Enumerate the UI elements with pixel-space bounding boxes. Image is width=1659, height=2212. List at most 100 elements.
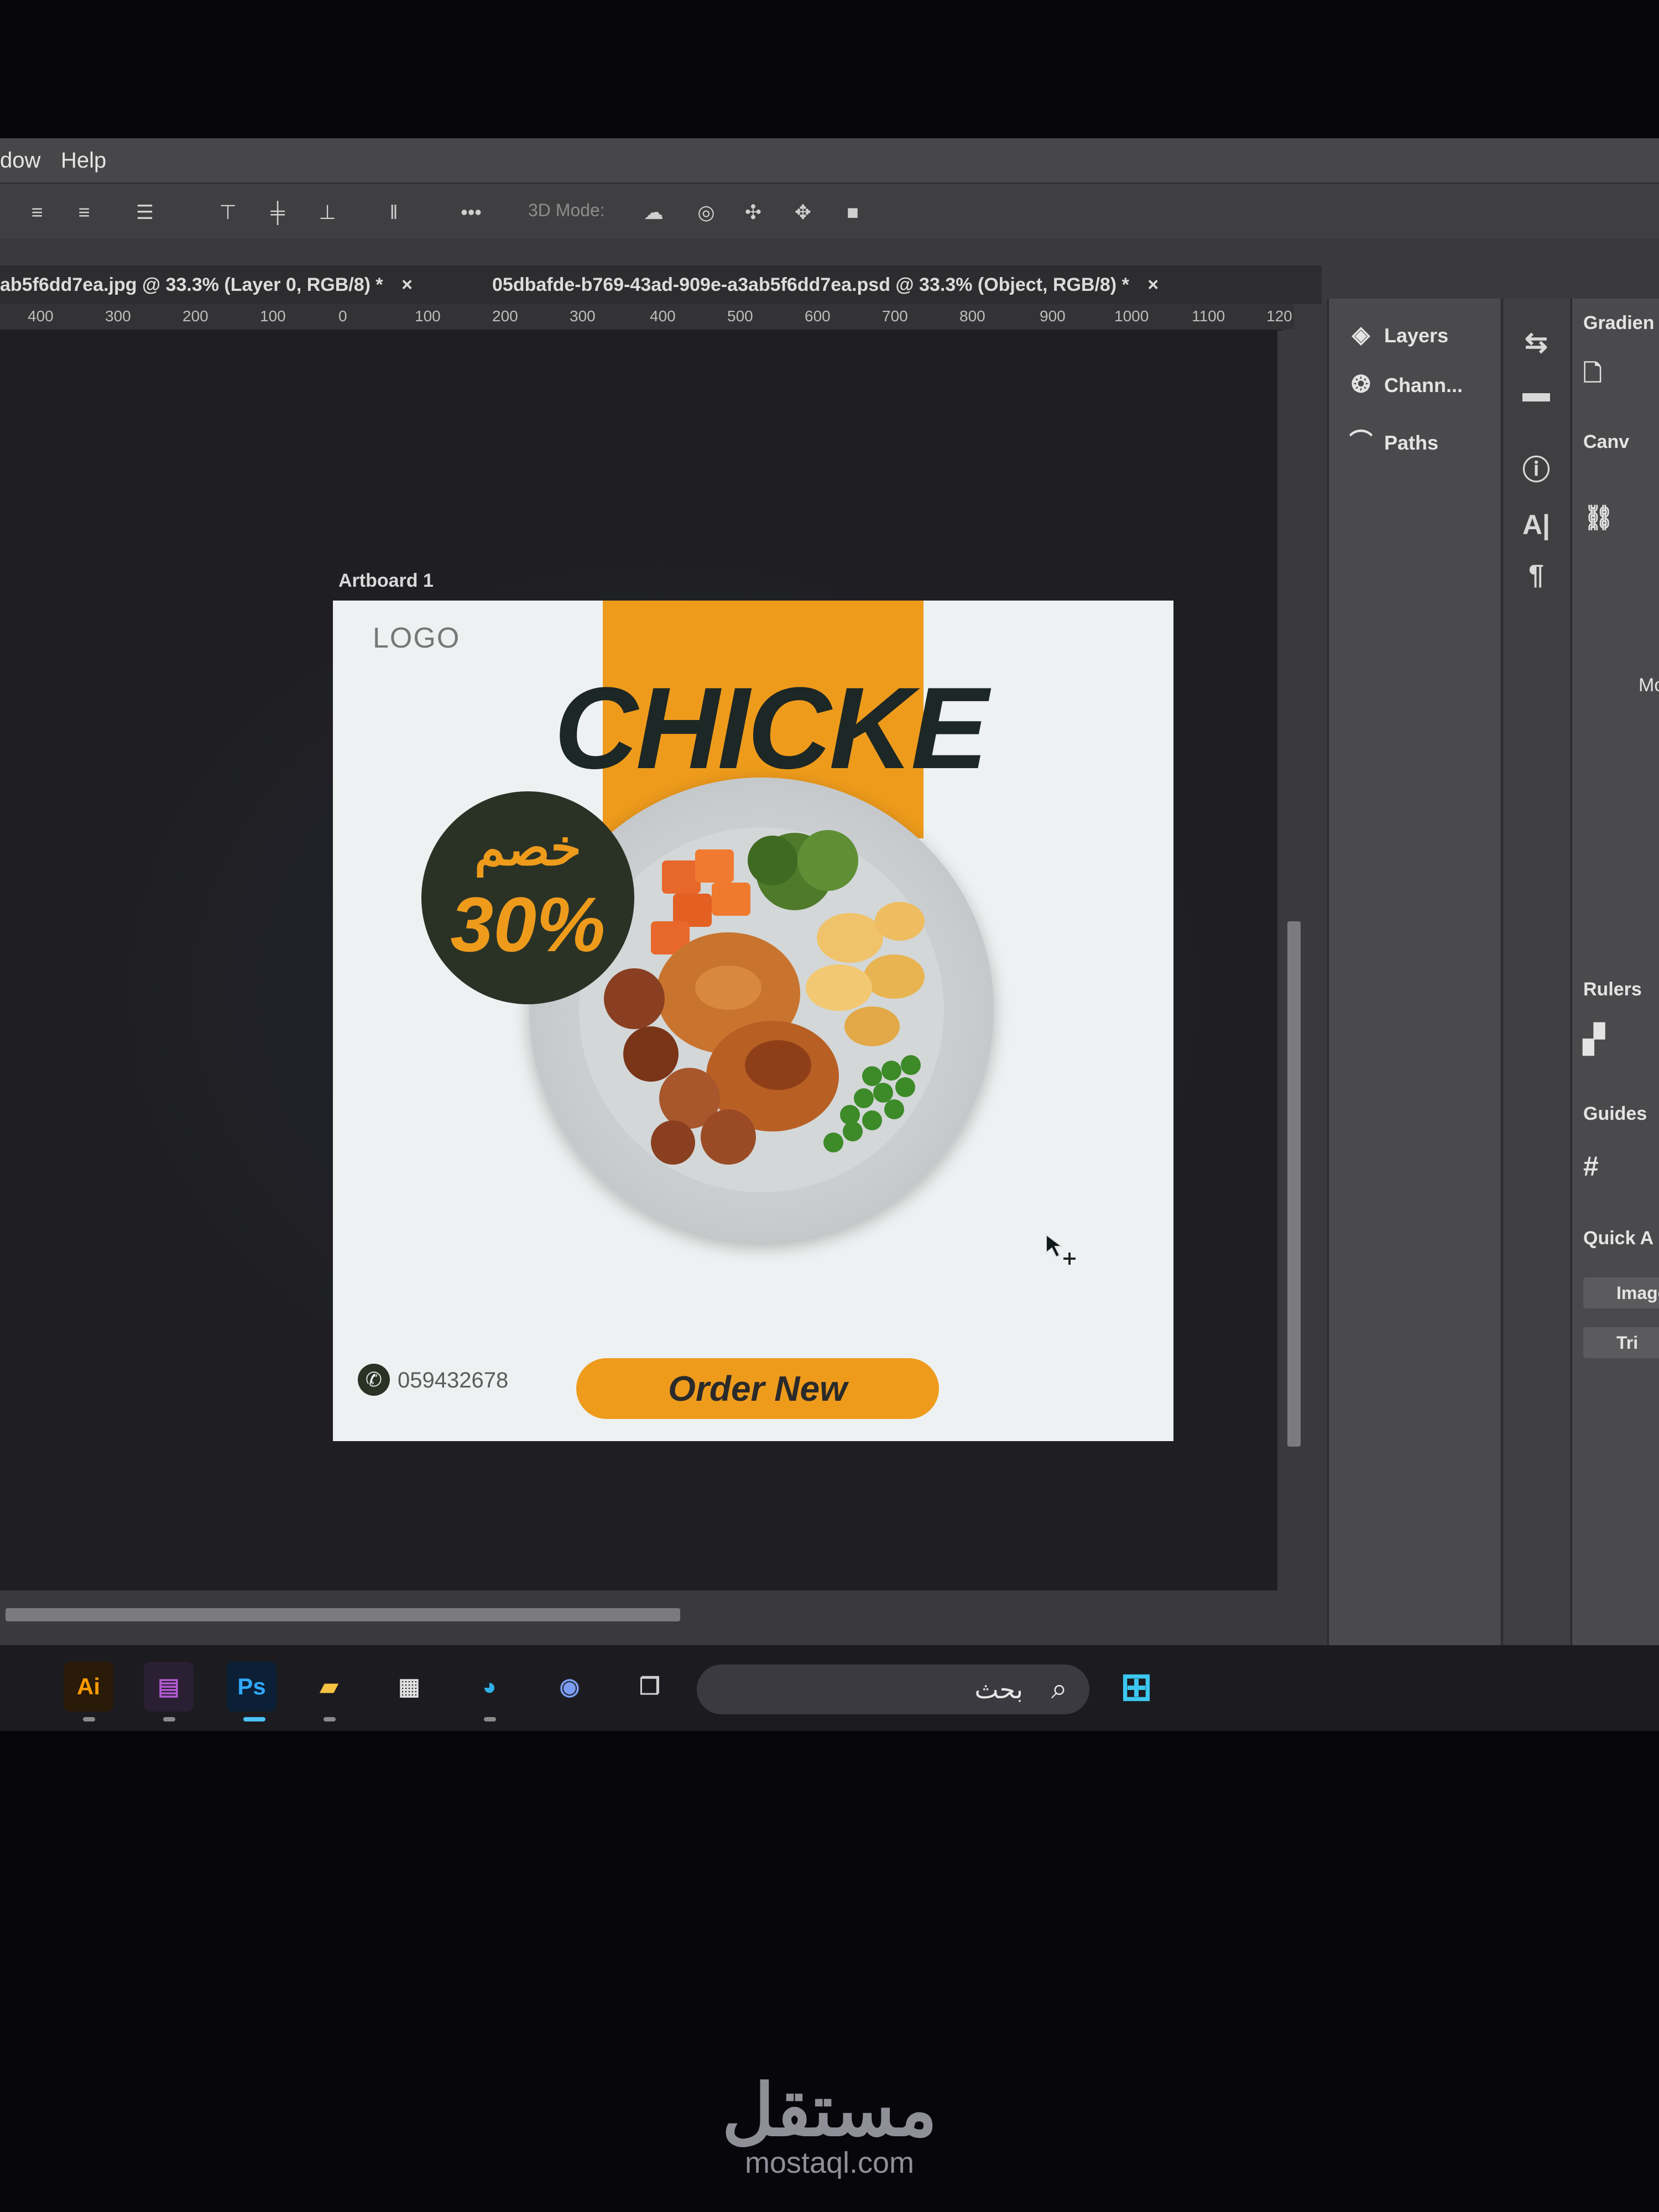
ruler-tick: 200: [182, 307, 208, 325]
document-icon[interactable]: 🗋: [1583, 357, 1602, 396]
panel-item-label: Chann...: [1384, 374, 1463, 397]
discount-label: خصم: [474, 821, 582, 876]
distribute-spacing-icon[interactable]: ‖: [382, 200, 406, 225]
3d-pan-icon[interactable]: ✣: [741, 200, 765, 225]
panel-item-paths[interactable]: ⌒ Paths: [1345, 423, 1438, 457]
channels-icon: ❂: [1351, 371, 1371, 397]
winrar-icon[interactable]: ▤: [144, 1662, 194, 1712]
ruler-tick: 600: [805, 307, 831, 325]
section-rulers[interactable]: Rulers: [1583, 979, 1642, 1000]
file-explorer-icon[interactable]: ▰: [304, 1662, 354, 1712]
align-centers-icon[interactable]: ╪: [265, 200, 290, 225]
horizontal-scroll-thumb[interactable]: [6, 1608, 680, 1621]
document-tab-jpg[interactable]: ab5f6dd7ea.jpg @ 33.3% (Layer 0, RGB/8) …: [0, 265, 413, 304]
active-indicator: [243, 1717, 265, 1721]
ruler-tick: 800: [959, 307, 985, 325]
canvas-workspace[interactable]: Artboard 1 LOGO CHICKE خصم 30% ✆ 0594326…: [0, 330, 1277, 1590]
ruler-tick: 0: [338, 307, 347, 325]
image-button[interactable]: Image: [1583, 1277, 1659, 1308]
vertical-scroll-thumb[interactable]: [1287, 921, 1301, 1447]
ruler-tick: 500: [727, 307, 753, 325]
watermark-logo: مستقل: [722, 2070, 937, 2151]
paragraph-icon[interactable]: ¶: [1520, 559, 1553, 591]
ruler-tick: 200: [492, 307, 518, 325]
order-button[interactable]: Order New: [576, 1358, 939, 1419]
edge-icon[interactable]: ◕: [465, 1662, 514, 1712]
ruler-tick: 400: [28, 307, 54, 325]
desktop-icon[interactable]: ❐: [625, 1662, 675, 1712]
grid-icon[interactable]: #: [1583, 1150, 1599, 1182]
section-guides[interactable]: Guides: [1583, 1103, 1647, 1125]
taskbar-search[interactable]: بحث ⌕: [697, 1665, 1089, 1714]
section-quick-actions[interactable]: Quick A: [1583, 1228, 1653, 1249]
ruler-tick: 100: [415, 307, 441, 325]
ruler-tick: 300: [105, 307, 131, 325]
close-icon[interactable]: ×: [1147, 274, 1159, 295]
panel-item-channels[interactable]: ❂ Chann...: [1345, 371, 1463, 398]
comments-icon[interactable]: ▬: [1520, 376, 1553, 408]
3d-orbit-icon[interactable]: ☁: [641, 200, 666, 225]
tab-gradient[interactable]: Gradien: [1583, 312, 1654, 334]
windows-taskbar: Ai ▤ Ps ▰ ▦ ◕ ◉ ❐ بحث ⌕ ⊞: [0, 1645, 1659, 1731]
ruler-tick: 100: [260, 307, 286, 325]
chat-icon[interactable]: ◉: [545, 1662, 594, 1712]
windows-start-icon[interactable]: ⊞: [1112, 1662, 1161, 1712]
section-canvas[interactable]: Canv: [1583, 431, 1629, 453]
monitor-screen: dow Help ≡ ≡ ☰ ⊤ ╪ ⊥ ‖ ••• 3D Mode: ☁ ◎ …: [0, 138, 1659, 1731]
info-icon[interactable]: ⓘ: [1520, 448, 1553, 488]
close-icon[interactable]: ×: [401, 274, 413, 295]
options-bar: ≡ ≡ ☰ ⊤ ╪ ⊥ ‖ ••• 3D Mode: ☁ ◎ ✣ ✥ ■: [0, 182, 1659, 239]
layers-icon: ◈: [1352, 321, 1370, 347]
search-icon: ⌕: [1051, 1673, 1067, 1705]
discount-percent: 30%: [450, 881, 606, 968]
ruler-tick: 700: [882, 307, 908, 325]
align-middle-icon[interactable]: ≡: [72, 200, 96, 225]
distribute-icon[interactable]: ☰: [133, 200, 157, 225]
layers-panel-dock: ◈ Layers ❂ Chann... ⌒ Paths: [1327, 299, 1500, 1731]
3d-camera-icon[interactable]: ■: [841, 200, 865, 225]
3d-roll-icon[interactable]: ◎: [694, 200, 718, 225]
ruler-tick: 1100: [1192, 307, 1225, 325]
ruler-icon[interactable]: ▞: [1583, 1023, 1604, 1055]
store-icon[interactable]: ▦: [384, 1662, 434, 1712]
document-tab-bar: ab5f6dd7ea.jpg @ 33.3% (Layer 0, RGB/8) …: [0, 265, 1322, 304]
tab-label: ab5f6dd7ea.jpg @ 33.3% (Layer 0, RGB/8) …: [0, 274, 383, 295]
link-icon[interactable]: ⛓: [1583, 503, 1614, 532]
panel-item-label: Paths: [1384, 431, 1439, 454]
vertical-scrollbar[interactable]: [1283, 330, 1305, 1590]
photoshop-icon[interactable]: Ps: [227, 1662, 276, 1712]
menu-bar: dow Help: [0, 138, 1659, 182]
menu-window[interactable]: dow: [0, 148, 40, 173]
history-icon[interactable]: ⇆: [1520, 326, 1553, 358]
mode-label: Mo: [1639, 675, 1659, 696]
trim-button[interactable]: Tri: [1583, 1327, 1659, 1358]
ruler-tick: 120: [1266, 307, 1292, 325]
running-indicator: [484, 1717, 496, 1721]
paths-icon: ⌒: [1349, 429, 1373, 455]
character-icon[interactable]: A|: [1520, 509, 1553, 541]
align-left-edges-icon[interactable]: ⊤: [216, 200, 240, 225]
icon-panel-dock: ⇆ ▬ ⓘ A| ¶: [1501, 299, 1569, 1731]
ruler-tick: 900: [1040, 307, 1066, 325]
menu-help[interactable]: Help: [61, 148, 106, 173]
artboard[interactable]: LOGO CHICKE خصم 30% ✆ 059432678 Order Ne…: [333, 601, 1173, 1441]
ruler-tick: 1000: [1114, 307, 1149, 325]
panel-item-layers[interactable]: ◈ Layers: [1345, 321, 1448, 348]
illustrator-icon[interactable]: Ai: [64, 1662, 113, 1712]
more-options-icon[interactable]: •••: [459, 200, 483, 225]
horizontal-scrollbar[interactable]: [0, 1604, 1272, 1626]
phone-number: 059432678: [398, 1368, 509, 1392]
align-top-icon[interactable]: ≡: [25, 200, 49, 225]
properties-panel: Gradien 🗋 Canv ⛓ Mo Rulers ▞ Guides # Qu…: [1571, 299, 1659, 1731]
artboard-label[interactable]: Artboard 1: [338, 570, 434, 592]
tab-label: 05dbafde-b769-43ad-909e-a3ab5f6dd7ea.psd…: [492, 274, 1129, 295]
3d-mode-label: 3D Mode:: [528, 200, 605, 220]
move-cursor-icon: [1046, 1234, 1076, 1265]
align-bottom-icon[interactable]: ⊥: [315, 200, 340, 225]
phone-icon: ✆: [358, 1364, 390, 1396]
3d-slide-icon[interactable]: ✥: [791, 200, 815, 225]
running-indicator: [324, 1717, 336, 1721]
document-tab-psd[interactable]: 05dbafde-b769-43ad-909e-a3ab5f6dd7ea.psd…: [492, 265, 1159, 304]
panel-item-label: Layers: [1384, 324, 1449, 347]
running-indicator: [163, 1717, 175, 1721]
